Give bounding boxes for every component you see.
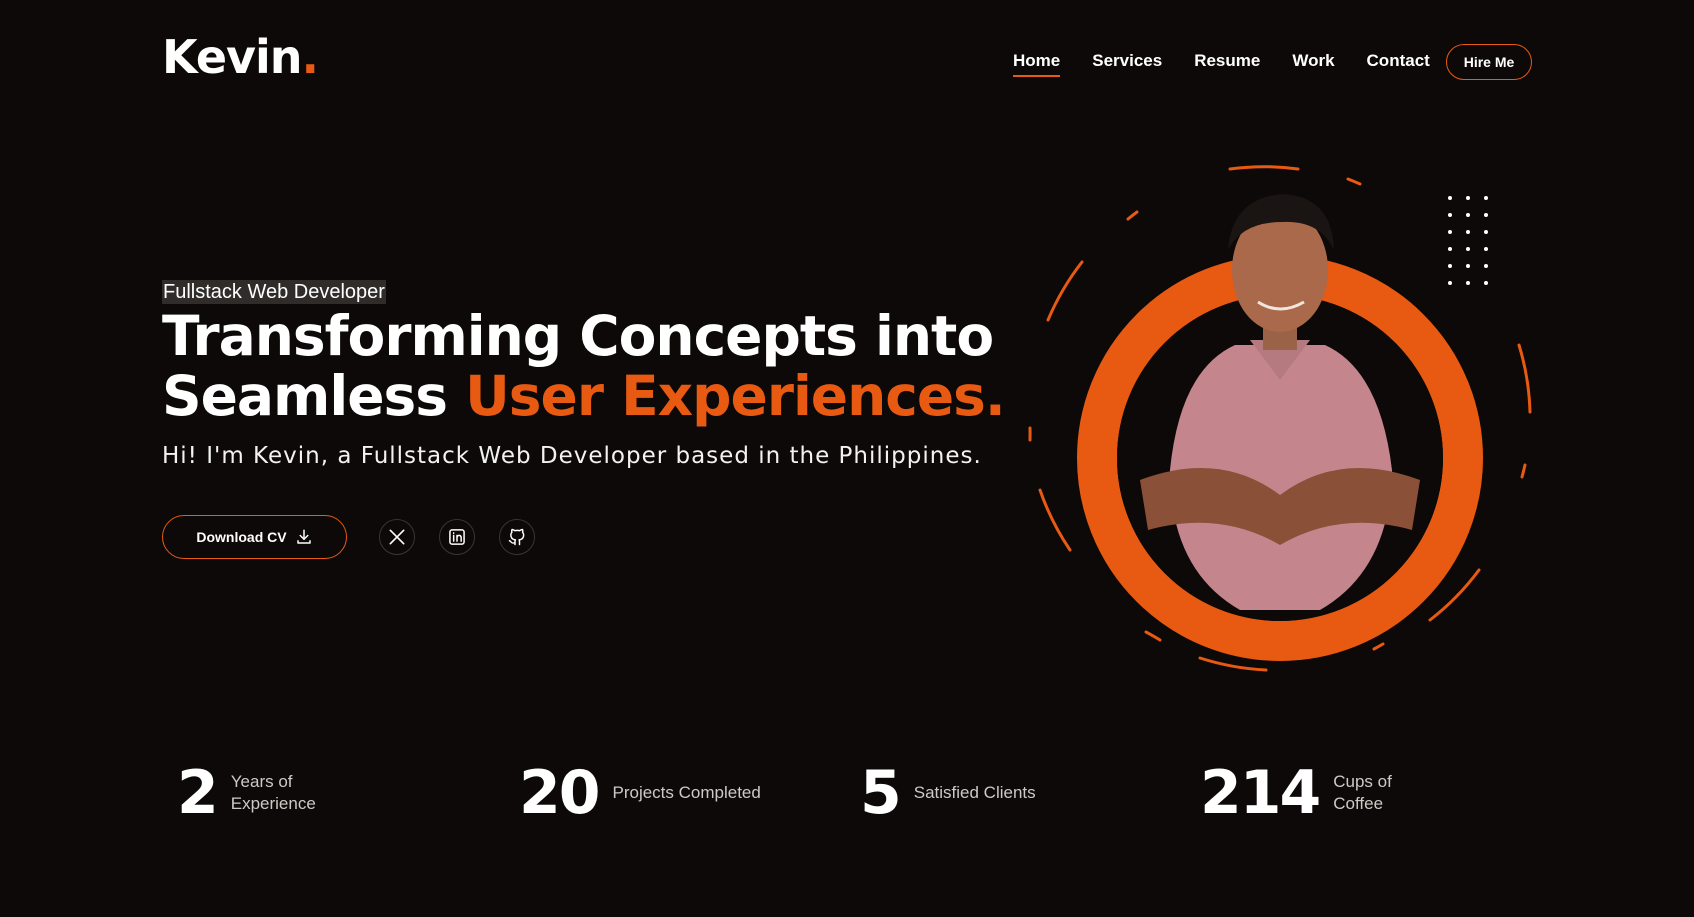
stat-number: 5 [860,758,902,828]
hire-me-button[interactable]: Hire Me [1446,44,1532,80]
github-social-button[interactable] [499,519,535,555]
nav-services[interactable]: Services [1092,50,1162,72]
hero-subline: Hi! I'm Kevin, a Fullstack Web Developer… [162,443,982,469]
nav-resume[interactable]: Resume [1194,50,1260,72]
stat-label-line1: Cups of [1333,772,1392,791]
nav-contact[interactable]: Contact [1367,50,1430,72]
logo-dot: . [301,30,320,84]
stat-number: 214 [1200,758,1321,828]
download-cv-button[interactable]: Download CV [162,515,347,559]
stat-number: 20 [519,758,600,828]
hero-headline: Transforming Concepts into Seamless User… [162,306,1062,426]
stat-coffee: 214 Cups of Coffee [1200,763,1392,823]
headline-line1: Transforming Concepts into [162,304,994,368]
linkedin-icon [449,529,465,545]
headline-accent: User Experiences. [465,364,1006,428]
stat-label-line2: Coffee [1333,794,1384,813]
stat-projects: 20 Projects Completed [519,763,761,823]
download-cv-label: Download CV [196,529,287,545]
x-icon [389,529,405,545]
stat-years: 2 Years of Experience [177,763,316,823]
dot-grid-decoration [1448,196,1502,285]
role-tag: Fullstack Web Developer [162,280,386,304]
stat-label: Years of Experience [231,771,316,815]
logo-text: Kevin [162,30,303,84]
download-icon [296,529,311,544]
stat-label: Cups of Coffee [1333,771,1392,815]
x-social-button[interactable] [379,519,415,555]
logo[interactable]: Kevin. [162,34,319,80]
stat-number: 2 [177,758,219,828]
github-icon [508,528,525,546]
stat-clients: 5 Satisfied Clients [860,763,1036,823]
linkedin-social-button[interactable] [439,519,475,555]
page: Kevin. Home Services Resume Work Contact… [0,0,1694,917]
stat-label: Satisfied Clients [913,783,1036,802]
nav-home[interactable]: Home [1013,50,1061,77]
nav-work[interactable]: Work [1292,50,1334,72]
stat-label-line2: Experience [230,794,316,813]
stat-label-line1: Years of [230,772,293,791]
headline-line2: Seamless [162,364,466,428]
main-nav: Home Services Resume Work Contact [1013,50,1462,77]
stat-label: Projects Completed [612,783,761,802]
